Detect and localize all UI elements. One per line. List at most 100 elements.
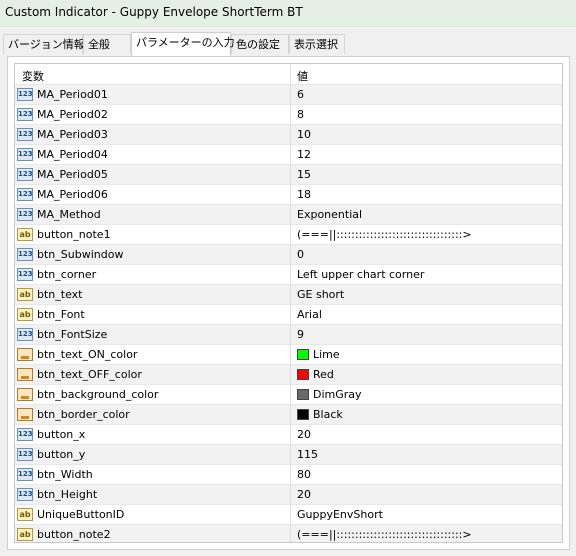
- param-value[interactable]: 15: [297, 168, 311, 181]
- tab-version-info[interactable]: バージョン情報: [3, 34, 85, 54]
- string-icon: ab: [17, 228, 33, 241]
- param-row-uniquebuttonid[interactable]: ab UniqueButtonID GuppyEnvShort: [15, 504, 562, 525]
- param-value[interactable]: 20: [297, 428, 311, 441]
- numeric-icon: 123: [17, 448, 33, 461]
- param-name: btn_text_OFF_color: [37, 368, 142, 381]
- param-name: MA_Period05: [37, 168, 108, 181]
- param-name: btn_text_ON_color: [37, 348, 138, 361]
- param-row-button-note1[interactable]: ab button_note1 (===||::::::::::::::::::::…: [15, 224, 562, 245]
- column-separator: [290, 285, 291, 305]
- param-row-btn-height[interactable]: 123 btn_Height 20: [15, 484, 562, 505]
- color-swatch: [297, 349, 309, 360]
- param-value[interactable]: (===||::::::::::::::::::::::::::::::::::…: [297, 228, 472, 241]
- column-separator: [290, 465, 291, 485]
- param-value[interactable]: 80: [297, 468, 311, 481]
- numeric-icon: 123: [17, 108, 33, 121]
- string-icon: ab: [17, 528, 33, 541]
- header-variable[interactable]: 変数: [22, 68, 44, 84]
- column-separator: [290, 105, 291, 125]
- column-separator: [290, 145, 291, 165]
- param-value[interactable]: Red: [313, 368, 334, 381]
- numeric-icon: 123: [17, 428, 33, 441]
- header-value[interactable]: 値: [297, 68, 308, 84]
- column-separator: [290, 305, 291, 325]
- param-row-ma-period04[interactable]: 123 MA_Period04 12: [15, 144, 562, 165]
- column-separator: [290, 125, 291, 145]
- numeric-icon: 123: [17, 128, 33, 141]
- tab-parameters[interactable]: パラメーターの入力: [131, 32, 235, 56]
- string-icon: ab: [17, 308, 33, 321]
- param-value[interactable]: 0: [297, 248, 304, 261]
- param-row-ma-method[interactable]: 123 MA_Method Exponential: [15, 204, 562, 225]
- param-value[interactable]: Lime: [313, 348, 340, 361]
- param-name: btn_background_color: [37, 388, 159, 401]
- param-row-ma-period03[interactable]: 123 MA_Period03 10: [15, 124, 562, 145]
- color-swatch: [297, 389, 309, 400]
- numeric-icon: 123: [17, 488, 33, 501]
- param-row-btn-border-color[interactable]: btn_border_color Black: [15, 404, 562, 425]
- param-row-btn-corner[interactable]: 123 btn_corner Left upper chart corner: [15, 264, 562, 285]
- param-value[interactable]: 20: [297, 488, 311, 501]
- param-value[interactable]: 10: [297, 128, 311, 141]
- parameters-grid: 変数 値 123 MA_Period01 6 123 MA_Period02 8 123 MA…: [14, 63, 563, 543]
- parameters-panel: 変数 値 123 MA_Period01 6 123 MA_Period02 8 123 MA…: [7, 56, 570, 550]
- param-value[interactable]: GE short: [297, 288, 344, 301]
- color-swatch: [297, 369, 309, 380]
- param-row-ma-period01[interactable]: 123 MA_Period01 6: [15, 84, 562, 105]
- param-name: MA_Period04: [37, 148, 108, 161]
- param-row-ma-period02[interactable]: 123 MA_Period02 8: [15, 104, 562, 125]
- tab-display-selection[interactable]: 表示選択: [289, 34, 345, 54]
- param-name: btn_FontSize: [37, 328, 108, 341]
- param-value[interactable]: 8: [297, 108, 304, 121]
- param-name: MA_Period03: [37, 128, 108, 141]
- param-row-button-y[interactable]: 123 button_y 115: [15, 444, 562, 465]
- tab-color-settings[interactable]: 色の設定: [231, 34, 289, 54]
- numeric-icon: 123: [17, 268, 33, 281]
- param-value[interactable]: Arial: [297, 308, 322, 321]
- param-value[interactable]: Exponential: [297, 208, 362, 221]
- param-row-ma-period05[interactable]: 123 MA_Period05 15: [15, 164, 562, 185]
- param-name: button_note2: [37, 528, 111, 541]
- column-separator: [290, 185, 291, 205]
- column-separator: [290, 225, 291, 245]
- param-row-btn-subwindow[interactable]: 123 btn_Subwindow 0: [15, 244, 562, 265]
- numeric-icon: 123: [17, 468, 33, 481]
- param-row-button-note2[interactable]: ab button_note2 (===||::::::::::::::::::::…: [15, 524, 562, 542]
- column-separator: [290, 345, 291, 365]
- param-value[interactable]: Black: [313, 408, 343, 421]
- param-row-button-x[interactable]: 123 button_x 20: [15, 424, 562, 445]
- param-value[interactable]: 6: [297, 88, 304, 101]
- param-row-btn-text[interactable]: ab btn_text GE short: [15, 284, 562, 305]
- param-value[interactable]: (===||::::::::::::::::::::::::::::::::::…: [297, 528, 472, 541]
- param-name: btn_Width: [37, 468, 93, 481]
- param-value[interactable]: Left upper chart corner: [297, 268, 424, 281]
- column-separator: [290, 505, 291, 525]
- numeric-icon: 123: [17, 148, 33, 161]
- param-name: btn_border_color: [37, 408, 130, 421]
- param-row-btn-background-color[interactable]: btn_background_color DimGray: [15, 384, 562, 405]
- param-value[interactable]: 18: [297, 188, 311, 201]
- param-row-btn-font[interactable]: ab btn_Font Arial: [15, 304, 562, 325]
- param-row-btn-width[interactable]: 123 btn_Width 80: [15, 464, 562, 485]
- param-value[interactable]: 115: [297, 448, 318, 461]
- column-separator: [290, 205, 291, 225]
- param-name: button_y: [37, 448, 86, 461]
- color-icon: [17, 388, 33, 401]
- param-value[interactable]: GuppyEnvShort: [297, 508, 383, 521]
- tab-general[interactable]: 全般: [83, 34, 131, 54]
- param-value[interactable]: 12: [297, 148, 311, 161]
- column-separator: [290, 425, 291, 445]
- column-separator: [290, 245, 291, 265]
- param-name: MA_Period02: [37, 108, 108, 121]
- param-name: UniqueButtonID: [37, 508, 125, 521]
- param-value[interactable]: DimGray: [313, 388, 362, 401]
- title-bar: Custom Indicator - Guppy Envelope ShortT…: [0, 0, 576, 27]
- param-row-btn-text-on-color[interactable]: btn_text_ON_color Lime: [15, 344, 562, 365]
- param-value[interactable]: 9: [297, 328, 304, 341]
- color-icon: [17, 348, 33, 361]
- param-row-ma-period06[interactable]: 123 MA_Period06 18: [15, 184, 562, 205]
- param-row-btn-text-off-color[interactable]: btn_text_OFF_color Red: [15, 364, 562, 385]
- column-separator: [290, 485, 291, 505]
- param-row-btn-fontsize[interactable]: 123 btn_FontSize 9: [15, 324, 562, 345]
- numeric-icon: 123: [17, 168, 33, 181]
